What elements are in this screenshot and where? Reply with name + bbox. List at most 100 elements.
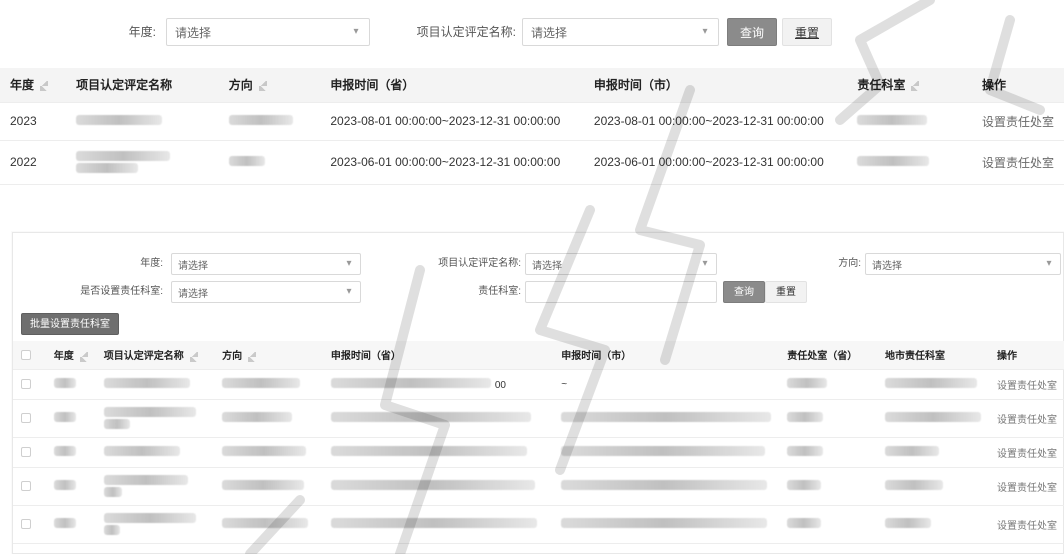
cell-checkbox	[13, 437, 46, 468]
cell-direction-redacted	[214, 467, 323, 506]
sort-icon[interactable]	[248, 351, 257, 362]
lower-whether-set-select[interactable]: 请选择 ▾	[171, 281, 361, 303]
chevron-down-icon: ▾	[346, 258, 352, 269]
cell-prov-dept-redacted	[779, 399, 877, 438]
set-dept-link[interactable]: 设置责任处室	[997, 483, 1057, 494]
lower-reset-button[interactable]: 重置	[765, 281, 807, 303]
lower-year-placeholder: 请选择	[178, 260, 208, 272]
row-checkbox[interactable]	[21, 412, 31, 423]
col-city-time[interactable]: 申报时间（市）	[553, 341, 780, 370]
batch-set-dept-button[interactable]: 批量设置责任科室	[21, 313, 119, 335]
chevron-down-icon: ▾	[353, 26, 359, 37]
col-city-dept[interactable]: 地市责任科室	[876, 341, 989, 370]
chevron-down-icon: ▾	[346, 286, 352, 297]
cell-prov-dept-redacted	[779, 369, 877, 400]
cell-direction-redacted	[214, 505, 323, 544]
select-all-checkbox[interactable]	[21, 349, 31, 360]
cell-year-redacted	[45, 505, 96, 544]
col-prov-dept[interactable]: 责任处室（省）	[779, 341, 877, 370]
set-dept-link[interactable]: 设置责任处室	[997, 415, 1057, 426]
lower-section: 年度: 请选择 ▾ 项目认定评定名称: 请选择 ▾ 方向: 请选择 ▾ 是否设置…	[12, 232, 1064, 554]
lower-direction-placeholder: 请选择	[872, 260, 902, 272]
set-dept-link[interactable]: 设置责任处室	[997, 381, 1057, 392]
year-placeholder: 请选择	[175, 25, 212, 40]
col-project[interactable]: 项目认定评定名称	[66, 68, 219, 103]
cell-action: 设置责任处室	[971, 140, 1064, 185]
row-checkbox[interactable]	[21, 518, 31, 529]
cell-project-redacted	[95, 399, 215, 438]
cell-action: 设置责任处室	[988, 437, 1064, 468]
cell-direction-redacted	[218, 102, 321, 141]
set-dept-link[interactable]: 设置责任处室	[982, 115, 1054, 129]
cell-year-redacted	[45, 399, 96, 438]
col-direction[interactable]: 方向	[214, 341, 323, 370]
col-actions[interactable]: 操作	[971, 68, 1064, 103]
cell-dept-redacted	[847, 102, 972, 141]
lower-project-placeholder: 请选择	[532, 260, 562, 272]
col-checkbox[interactable]	[13, 341, 46, 370]
cell-prov-dept-redacted	[779, 505, 877, 544]
lower-table-header: 年度 项目认定评定名称 方向 申报时间（省） 申报时间（市） 责任处室（省） 地…	[13, 341, 1064, 370]
col-year[interactable]: 年度	[0, 68, 67, 103]
lower-whether-set-placeholder: 请选择	[178, 288, 208, 300]
chevron-down-icon: ▾	[1046, 258, 1052, 269]
col-project[interactable]: 项目认定评定名称	[95, 341, 215, 370]
col-dept[interactable]: 责任科室	[847, 68, 972, 103]
col-year[interactable]: 年度	[45, 341, 96, 370]
cell-project-redacted	[95, 467, 215, 506]
table-row: 2023 2023-08-01 00:00:00~2023-12-31 00:0…	[0, 102, 1064, 141]
reset-button[interactable]: 重置	[782, 18, 833, 46]
cell-year: 2023	[0, 102, 67, 141]
lower-dept-input[interactable]	[525, 281, 717, 303]
top-section: 年度: 请选择 ▾ 项目认定评定名称: 请选择 ▾ 查询 重置 年度 项目认定评…	[0, 0, 1064, 215]
top-table: 年度 项目认定评定名称 方向 申报时间（省） 申报时间（市） 责任科室 操作 2…	[0, 68, 1064, 185]
col-actions[interactable]: 操作	[988, 341, 1064, 370]
table-row: 设置责任处室	[13, 399, 1064, 438]
row-checkbox[interactable]	[21, 446, 31, 457]
set-dept-link[interactable]: 设置责任处室	[982, 156, 1054, 170]
year-label: 年度:	[128, 25, 156, 39]
cell-checkbox	[13, 467, 46, 506]
set-dept-link[interactable]: 设置责任处室	[997, 449, 1057, 460]
sort-icon[interactable]	[911, 81, 920, 92]
sort-icon[interactable]	[40, 81, 49, 92]
row-checkbox[interactable]	[21, 480, 31, 491]
cell-checkbox	[13, 505, 46, 544]
cell-city-dept-redacted	[876, 369, 989, 400]
sort-icon[interactable]	[79, 351, 88, 362]
cell-action: 设置责任处室	[988, 369, 1064, 400]
table-row: 设置责任处室	[13, 437, 1064, 468]
cell-direction-redacted	[214, 399, 323, 438]
lower-project-label: 项目认定评定名称:	[438, 258, 521, 269]
cell-checkbox	[13, 399, 46, 438]
cell-city-time-redacted	[553, 505, 780, 544]
year-select[interactable]: 请选择 ▾	[166, 18, 370, 46]
lower-project-select[interactable]: 请选择 ▾	[525, 253, 717, 275]
col-direction[interactable]: 方向	[218, 68, 321, 103]
cell-year: 2022	[0, 140, 67, 185]
lower-year-select[interactable]: 请选择 ▾	[171, 253, 361, 275]
col-prov-time[interactable]: 申报时间（省）	[322, 341, 554, 370]
cell-prov-time-redacted: 00	[322, 369, 554, 400]
project-label: 项目认定评定名称:	[416, 25, 516, 39]
row-checkbox[interactable]	[21, 378, 31, 389]
cell-action: 设置责任处室	[988, 505, 1064, 544]
cell-prov-time: 2023-08-01 00:00:00~2023-12-31 00:00:00	[320, 102, 584, 141]
lower-query-button[interactable]: 查询	[723, 281, 765, 303]
query-button[interactable]: 查询	[727, 18, 778, 46]
cell-direction-redacted	[214, 369, 323, 400]
sort-icon[interactable]	[258, 81, 267, 92]
project-placeholder: 请选择	[531, 25, 568, 40]
cell-dept-redacted	[847, 140, 972, 185]
lower-dept-label: 责任科室:	[478, 286, 521, 297]
sort-icon[interactable]	[189, 351, 198, 362]
set-dept-link[interactable]: 设置责任处室	[997, 521, 1057, 532]
col-city-time[interactable]: 申报时间（市）	[583, 68, 848, 103]
chevron-down-icon: ▾	[702, 258, 708, 269]
table-row: 设置责任处室	[13, 505, 1064, 544]
lower-year-label: 年度:	[140, 258, 163, 269]
col-prov-time[interactable]: 申报时间（省）	[320, 68, 584, 103]
top-filter-bar: 年度: 请选择 ▾ 项目认定评定名称: 请选择 ▾ 查询 重置	[0, 18, 1064, 46]
lower-direction-select[interactable]: 请选择 ▾	[865, 253, 1061, 275]
project-select[interactable]: 请选择 ▾	[522, 18, 719, 46]
